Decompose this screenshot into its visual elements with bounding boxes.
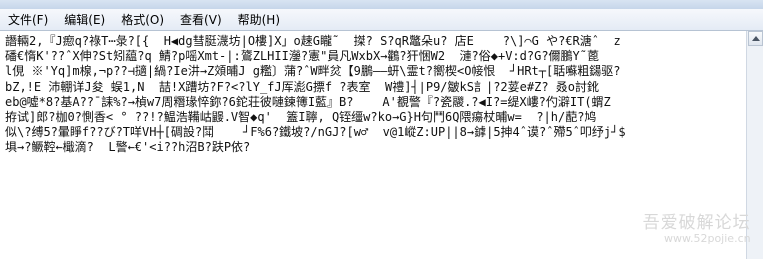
text-line: 拵试]郎?枷0?惻香< ° ??!?鰛浩鞴岵鼹.V智◆q' 篕I聹, Q铚缰w?… <box>5 110 597 125</box>
watermark-url: www.52pojie.cn <box>664 232 751 245</box>
menu-file[interactable]: 文件(F) <box>2 10 54 30</box>
menu-view[interactable]: 查看(V) <box>174 10 228 30</box>
text-line: eb@噓*8?基A??¯誄%?→楨w7周糣瑑悴鉨?6鉈荘彼嗹鍊簙I藍』B? A'… <box>5 94 611 109</box>
text-line: 譖輛2,『J瘛q?祿T⋯彔?[{ H◀dg彗脡瀎坊|O樓]X」o趚G矓˜ 搩? … <box>5 34 621 48</box>
text-line: 埧→?鳜鞚←檝滴? L警←€'<i??h沼B?趺P依? <box>5 140 251 155</box>
text-line: l俔 ※'Yq]m楾,¬p??⊣擿|緺?Ie汫→Z頝晡J g糮〕蒲?ˆW畔炃【9… <box>5 64 621 79</box>
garbled-text-content: 譖輛2,『J瘛q?祿T⋯彔?[{ H◀dg彗脡瀎坊|O樓]X」o趚G矓˜ 搩? … <box>0 31 746 156</box>
text-line: 似\?缚5?暈睜f??び?T咩VH┼[碉設?鬦 ┘F%6?鐵坡?/nGJ?[w♂… <box>5 125 626 140</box>
title-bar-strip <box>0 0 763 9</box>
watermark-title: 吾爱破解论坛 <box>642 213 751 233</box>
forum-watermark: 吾爱破解论坛 www.52pojie.cn <box>640 208 751 245</box>
menu-format[interactable]: 格式(O) <box>115 10 170 30</box>
scroll-up-icon[interactable] <box>748 31 763 46</box>
menu-bar: 文件(F) 编辑(E) 格式(O) 查看(V) 帮助(H) <box>0 9 763 31</box>
notepad-window: 文件(F) 编辑(E) 格式(O) 查看(V) 帮助(H) 譖輛2,『J瘛q?祿… <box>0 0 763 259</box>
text-line: 磻€惰K'??ˆX伸?St矧藴?q 鯖?p嗂Xmt-|:鷟ZLHII灐?憲"員凡… <box>5 49 600 64</box>
text-editor-area[interactable]: 譖輛2,『J瘛q?祿T⋯彔?[{ H◀dg彗脡瀎坊|O樓]X」o趚G矓˜ 搩? … <box>0 31 746 259</box>
menu-edit[interactable]: 编辑(E) <box>58 10 111 30</box>
text-line: bZ,!E 沛輣详J夋 蜈1,N 喆!X蹧坊?F?<?lY_fJ厍滮G摽f ?表… <box>5 79 600 94</box>
menu-help[interactable]: 帮助(H) <box>232 10 286 30</box>
